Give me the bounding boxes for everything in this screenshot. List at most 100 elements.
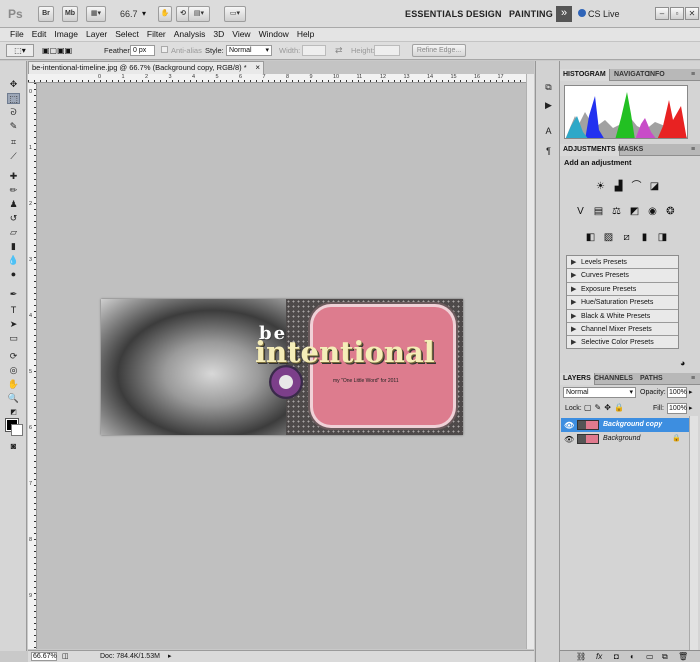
launch-minibridge-button[interactable]: Mb [62, 6, 78, 22]
pen-tool-icon[interactable]: ✒ [7, 289, 20, 300]
refine-edge-button[interactable]: Refine Edge... [412, 44, 466, 57]
quick-selection-tool-icon[interactable]: ✎ [7, 121, 20, 132]
feather-input[interactable]: 0 px [130, 45, 155, 56]
menu-help[interactable]: Help [293, 28, 318, 41]
swap-dimensions-icon[interactable]: ⇄ [335, 45, 343, 56]
menu-window[interactable]: Window [255, 28, 293, 41]
invert-icon[interactable]: ◧ [584, 232, 597, 244]
view-extras-button[interactable]: ▦▾ [86, 6, 106, 22]
clone-stamp-tool-icon[interactable]: ♟ [7, 199, 20, 210]
status-menu-arrow-icon[interactable]: ▸ [168, 652, 172, 660]
layer-background-copy[interactable]: 👁 Background copy [561, 418, 689, 432]
blur-tool-icon[interactable]: 💧 [7, 255, 20, 266]
antialias-checkbox[interactable] [161, 46, 168, 53]
preset-exposure[interactable]: ▶ Exposure Presets [567, 283, 678, 297]
tab-adjustments[interactable]: ADJUSTMENTS [560, 144, 620, 156]
vibrance-icon[interactable]: V [574, 206, 587, 218]
layers-menu-icon[interactable]: ≡ [688, 373, 698, 385]
tab-paths[interactable]: PATHS [637, 373, 666, 385]
close-window-button[interactable]: ✕ [685, 7, 699, 20]
eyedropper-tool-icon[interactable]: ⟋ [7, 151, 20, 162]
background-color-swatch[interactable] [11, 424, 23, 436]
menu-filter[interactable]: Filter [143, 28, 170, 41]
fill-input[interactable]: 100% [667, 403, 687, 414]
height-input[interactable] [374, 45, 400, 56]
lock-options[interactable]: ▢✎✥🔒 [584, 403, 627, 412]
selection-mode-buttons[interactable]: ▣▢▣▣ [42, 45, 98, 56]
move-tool-icon[interactable]: ✥ [7, 79, 20, 90]
panel-menu-icon[interactable]: ≡ [688, 69, 698, 81]
menu-image[interactable]: Image [50, 28, 82, 41]
crop-tool-icon[interactable]: ⌗ [7, 137, 20, 148]
artwork-image[interactable]: be intentional my "One Little Word" for … [101, 299, 463, 435]
layer-background[interactable]: 👁 Background 🔒 [561, 432, 689, 446]
preset-channel-mixer[interactable]: ▶ Channel Mixer Presets [567, 323, 678, 337]
restore-button[interactable]: ▫ [670, 7, 684, 20]
tab-channels[interactable]: CHANNELS [591, 373, 636, 385]
document-vertical-scrollbar[interactable] [526, 74, 534, 649]
menu-edit[interactable]: Edit [28, 28, 51, 41]
launch-bridge-button[interactable]: Br [38, 6, 54, 22]
preset-hue-saturation[interactable]: ▶ Hue/Saturation Presets [567, 296, 678, 310]
layer-style-icon[interactable]: fx [596, 652, 602, 661]
preset-curves[interactable]: ▶ Curves Presets [567, 269, 678, 283]
3d-orbit-tool-icon[interactable]: ◎ [7, 365, 20, 376]
eye-icon[interactable]: 👁 [564, 433, 574, 447]
status-info-icon[interactable]: ◫ [62, 652, 69, 660]
rectangle-shape-tool-icon[interactable]: ▭ [7, 333, 20, 344]
hand-tool-button[interactable]: ✋ [158, 6, 172, 22]
blend-mode-select[interactable]: Normal ▾ [563, 387, 636, 398]
link-layers-icon[interactable]: ⛓ [576, 652, 586, 661]
exposure-icon[interactable]: ◪ [648, 181, 661, 193]
preset-levels[interactable]: ▶ Levels Presets [567, 256, 678, 270]
actions-panel-icon[interactable]: ▶ [542, 99, 555, 111]
photo-filter-icon[interactable]: ◉ [646, 206, 659, 218]
spot-healing-tool-icon[interactable]: ✚ [7, 171, 20, 182]
3d-rotate-tool-icon[interactable]: ⟳ [7, 351, 20, 362]
color-balance-icon[interactable]: ⚖ [610, 206, 623, 218]
adjustments-menu-icon[interactable]: ≡ [688, 144, 698, 156]
status-document-info[interactable]: Doc: 784.4K/1.53M [100, 653, 160, 660]
threshold-icon[interactable]: ⧄ [620, 232, 633, 244]
type-tool-icon[interactable]: T [7, 305, 20, 316]
delete-layer-icon[interactable]: 🗑 [678, 652, 688, 661]
curves-icon[interactable]: ⌒ [630, 181, 643, 193]
new-adjustment-layer-icon[interactable]: ◐ [630, 652, 635, 661]
black-white-icon[interactable]: ◩ [628, 206, 641, 218]
tab-info[interactable]: INFO [645, 69, 668, 81]
history-brush-tool-icon[interactable]: ↺ [7, 213, 20, 224]
tab-masks[interactable]: MASKS [615, 144, 646, 156]
brightness-contrast-icon[interactable]: ☀ [594, 181, 607, 193]
close-document-icon[interactable]: × [255, 62, 260, 74]
cs-live-menu[interactable]: CS Live [588, 9, 620, 19]
preset-black-white[interactable]: ▶ Black & White Presets [567, 310, 678, 323]
width-input[interactable] [302, 45, 326, 56]
selective-color-icon[interactable]: ◨ [656, 232, 669, 244]
menu-layer[interactable]: Layer [82, 28, 111, 41]
hand-tool-icon[interactable]: ✋ [7, 379, 20, 390]
channel-mixer-icon[interactable]: ❂ [664, 206, 677, 218]
brush-tool-icon[interactable]: ✏ [7, 185, 20, 196]
menu-file[interactable]: File [6, 28, 28, 41]
style-select[interactable]: Normal ▾ [226, 45, 272, 56]
arrange-documents-button[interactable]: ▤▾ [188, 6, 210, 22]
character-panel-icon[interactable]: A [542, 125, 555, 137]
eraser-tool-icon[interactable]: ▱ [7, 227, 20, 238]
zoom-tool-icon[interactable]: 🔍 [7, 393, 20, 404]
eye-icon[interactable]: 👁 [564, 419, 574, 433]
status-zoom-field[interactable]: 66.67% [31, 652, 57, 661]
tab-histogram[interactable]: HISTOGRAM [560, 69, 610, 81]
rectangular-marquee-tool-icon[interactable]: ⬚ [7, 93, 20, 104]
adjustments-mask-icon[interactable]: ◕ [680, 358, 685, 368]
menu-select[interactable]: Select [111, 28, 143, 41]
new-group-icon[interactable]: ▭ [646, 652, 654, 661]
tab-layers[interactable]: LAYERS [560, 373, 595, 385]
gradient-map-icon[interactable]: ▮ [638, 232, 651, 244]
tool-preset-picker[interactable]: ⬚▾ [6, 44, 34, 57]
hue-saturation-icon[interactable]: ▤ [592, 206, 605, 218]
workspace-essentials[interactable]: ESSENTIALS [405, 9, 464, 19]
minimize-button[interactable]: – [655, 7, 669, 20]
gradient-tool-icon[interactable]: ▮ [7, 241, 20, 252]
add-mask-icon[interactable]: ◘ [614, 652, 619, 661]
layers-scrollbar[interactable] [689, 416, 698, 650]
